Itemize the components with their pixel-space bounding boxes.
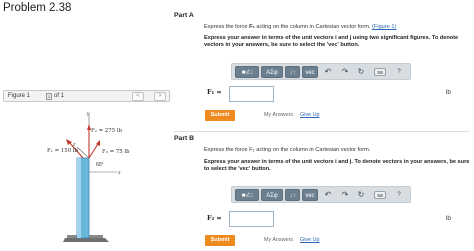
- subsup-button[interactable]: ↓↑: [285, 189, 300, 201]
- part-a-submit-button[interactable]: Submit: [205, 110, 235, 121]
- part-b-bold-instruction: Express your answer in terms of the unit…: [204, 159, 470, 173]
- force-f3-label: F₃ = 75 lb: [102, 149, 130, 155]
- part-b-my-answers[interactable]: My Answers: [264, 237, 293, 243]
- part-b-toolbar: ■√□ AΣφ ↓↑ vec ↶ ↷ ↻ ⌨ ?: [231, 186, 411, 203]
- part-b-instruction: Express the force F₂ acting on the colum…: [204, 147, 371, 153]
- column-force-figure: y x z F₂ = 275 lb F₁ = 150 lb F₃ = 75 lb…: [47, 111, 130, 242]
- keyboard-icon[interactable]: ⌨: [374, 68, 386, 76]
- redo-icon[interactable]: ↷: [340, 189, 350, 201]
- part-a-answer-input[interactable]: [229, 86, 274, 102]
- part-a-give-up-link[interactable]: Give Up: [300, 112, 319, 118]
- part-b-title: Part B: [174, 135, 195, 142]
- part-a-my-answers[interactable]: My Answers: [264, 112, 293, 118]
- figure-link[interactable]: (Figure 1): [372, 24, 396, 30]
- part-a-instruction-post: acting on the column in Cartesian vector…: [254, 24, 373, 30]
- part-b-answer-label: F₂ =: [207, 215, 222, 222]
- vec-button[interactable]: vec: [302, 66, 318, 78]
- help-icon[interactable]: ?: [394, 66, 404, 78]
- reset-icon[interactable]: ↻: [356, 66, 366, 78]
- part-a-title: Part A: [174, 12, 194, 19]
- part-a-answer-label: F₁ =: [207, 89, 222, 96]
- symbols-button[interactable]: AΣφ: [261, 66, 283, 78]
- part-a-instruction-pre: Express the force: [204, 24, 250, 30]
- part-a-toolbar: ■√□ AΣφ ↓↑ vec ↶ ↷ ↻ ⌨ ?: [231, 63, 411, 80]
- vec-button[interactable]: vec: [302, 189, 318, 201]
- figure-page-selector[interactable]: 1: [46, 93, 52, 100]
- force-f1-label: F₁ = 150 lb: [47, 148, 79, 154]
- part-b-unit: lb: [446, 215, 451, 222]
- force-f3-arrowhead: [96, 140, 100, 146]
- ground-slab: [63, 238, 109, 242]
- column-highlight: [77, 158, 81, 238]
- angle-label: 60°: [96, 162, 104, 168]
- undo-icon[interactable]: ↶: [323, 66, 333, 78]
- template-button[interactable]: ■√□: [235, 66, 259, 78]
- part-b-give-up-link[interactable]: Give Up: [300, 237, 319, 243]
- part-b-submit-button[interactable]: Submit: [205, 235, 235, 246]
- symbols-button[interactable]: AΣφ: [261, 189, 283, 201]
- figure-nav-bar: Figure 1 1 of 1 < >: [3, 90, 170, 102]
- template-button[interactable]: ■√□: [235, 189, 259, 201]
- problem-title: Problem 2.38: [3, 2, 72, 14]
- reset-icon[interactable]: ↻: [356, 189, 366, 201]
- force-f3-arrow: [88, 143, 99, 159]
- keyboard-icon[interactable]: ⌨: [374, 191, 386, 199]
- subsup-button[interactable]: ↓↑: [285, 66, 300, 78]
- figure-next-button[interactable]: >: [154, 92, 166, 101]
- help-icon[interactable]: ?: [394, 189, 404, 201]
- part-a-instruction: Express the force F₁ acting on the colum…: [204, 24, 474, 31]
- part-b-answer-input[interactable]: [229, 211, 274, 227]
- undo-icon[interactable]: ↶: [323, 189, 333, 201]
- part-a-unit: lb: [446, 89, 451, 96]
- force-f2-label: F₂ = 275 lb: [91, 128, 123, 134]
- part-divider: [174, 131, 469, 132]
- figure-of-count: of 1: [54, 93, 65, 99]
- redo-icon[interactable]: ↷: [340, 66, 350, 78]
- figure-prev-button[interactable]: <: [132, 92, 144, 101]
- y-axis-label: y: [86, 111, 90, 117]
- figure-label: Figure 1: [8, 93, 31, 99]
- part-a-bold-instruction: Express your answer in terms of the unit…: [204, 35, 459, 49]
- x-axis-label: x: [117, 170, 121, 176]
